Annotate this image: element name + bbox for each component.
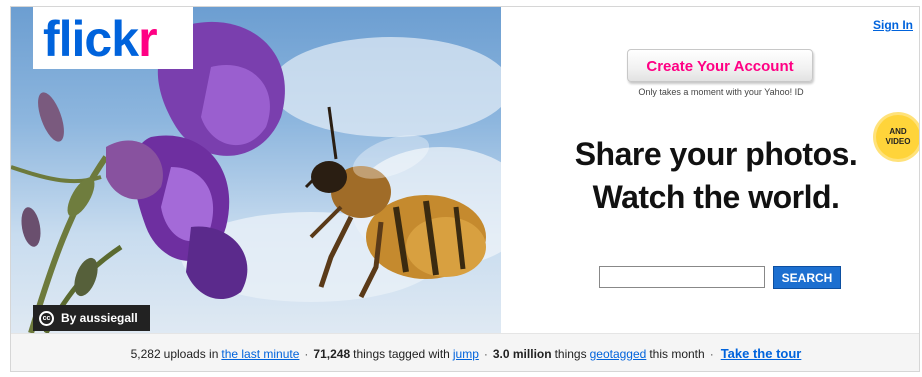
stats-bar: 5,282 uploads in the last minute · 71,24… bbox=[11, 333, 919, 371]
tagline-line2: Watch the world. bbox=[592, 179, 840, 215]
create-account-subtext: Only takes a moment with your Yahoo! ID bbox=[638, 87, 804, 97]
geo-count: 3.0 million bbox=[492, 346, 552, 361]
page-frame: flickr cc By aussiegall Sign In Create Y… bbox=[10, 6, 920, 372]
tagline-line1: Share your photos. bbox=[574, 136, 858, 172]
search-input[interactable] bbox=[599, 266, 765, 288]
separator: · bbox=[483, 346, 488, 361]
last-minute-link[interactable]: the last minute bbox=[221, 347, 299, 361]
flickr-logo[interactable]: flickr bbox=[33, 7, 193, 69]
tagged-text: things tagged with bbox=[353, 346, 450, 361]
uploads-text: uploads in bbox=[163, 346, 219, 361]
sign-in-link[interactable]: Sign In bbox=[873, 18, 913, 32]
tagline: Share your photos. Watch the world. bbox=[531, 133, 901, 219]
separator: · bbox=[709, 346, 714, 361]
photo-credit[interactable]: cc By aussiegall bbox=[33, 305, 150, 331]
search-button[interactable]: SEARCH bbox=[773, 266, 841, 289]
separator: · bbox=[304, 346, 309, 361]
creative-commons-icon: cc bbox=[39, 310, 54, 326]
uploads-count: 5,282 bbox=[130, 346, 161, 361]
create-account-button[interactable]: Create Your Account bbox=[627, 49, 813, 82]
tagged-count: 71,248 bbox=[313, 346, 351, 361]
logo-text-blue: flick bbox=[43, 11, 139, 67]
hero-photo: flickr cc By aussiegall bbox=[11, 7, 501, 333]
logo-text-pink: r bbox=[138, 11, 157, 67]
take-the-tour-link[interactable]: Take the tour bbox=[721, 346, 802, 361]
geotagged-link[interactable]: geotagged bbox=[590, 347, 647, 361]
photo-credit-text: By aussiegall bbox=[61, 311, 138, 325]
geo-text: things bbox=[554, 346, 587, 361]
geo-suffix: this month bbox=[649, 346, 705, 361]
tag-jump-link[interactable]: jump bbox=[453, 347, 479, 361]
